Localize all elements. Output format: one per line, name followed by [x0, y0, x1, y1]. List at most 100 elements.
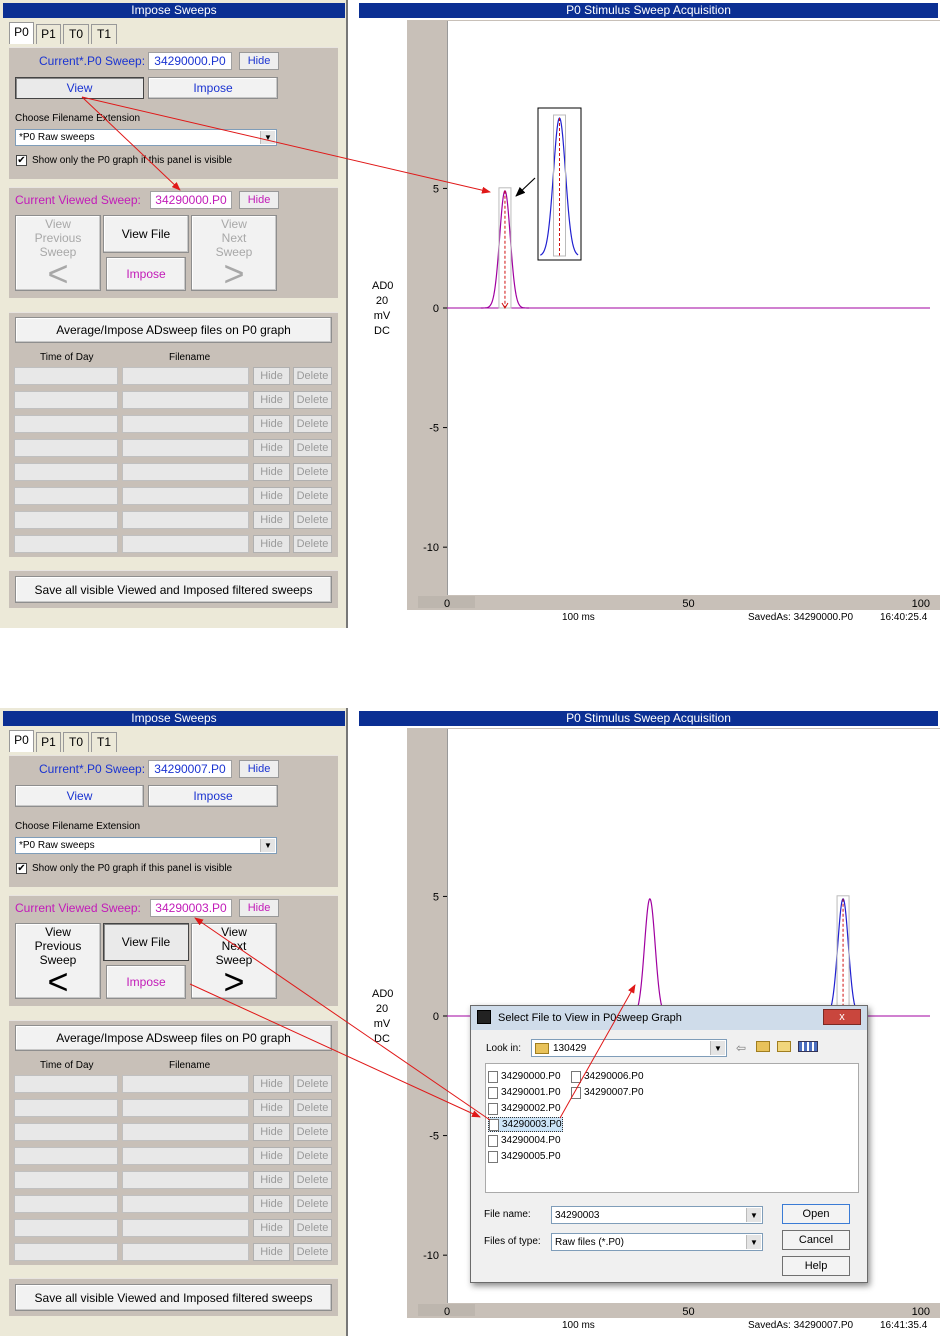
- time-of-day-cell: [14, 439, 118, 457]
- file-name-label: File name:: [484, 1209, 531, 1220]
- row-delete-button[interactable]: Delete: [293, 511, 332, 529]
- channel-label-3: DC: [374, 325, 390, 337]
- file-item[interactable]: 34290006.P0: [571, 1069, 644, 1084]
- row-delete-button[interactable]: Delete: [293, 1099, 332, 1117]
- x-tick-label: 100: [912, 598, 930, 610]
- row-hide-button[interactable]: Hide: [253, 439, 290, 457]
- time-of-day-cell: [14, 1171, 118, 1189]
- file-item[interactable]: 34290004.P0: [488, 1133, 561, 1148]
- filename-cell: [122, 1147, 249, 1165]
- impose-rows: Hide Delete Hide Delete Hide Delete Hide Delete…: [0, 0, 346, 628]
- row-hide-button[interactable]: Hide: [253, 1123, 290, 1141]
- file-item[interactable]: 34290005.P0: [488, 1149, 561, 1164]
- row-delete-button[interactable]: Delete: [293, 1075, 332, 1093]
- row-delete-button[interactable]: Delete: [293, 439, 332, 457]
- filename-cell: [122, 391, 249, 409]
- acquisition-title: P0 Stimulus Sweep Acquisition: [359, 3, 938, 18]
- file-name-input[interactable]: 34290003 ▼: [551, 1206, 763, 1224]
- file-item[interactable]: 34290007.P0: [571, 1085, 644, 1100]
- row-delete-button[interactable]: Delete: [293, 415, 332, 433]
- channel-label-1: 20: [375, 295, 389, 307]
- row-delete-button[interactable]: Delete: [293, 487, 332, 505]
- chevron-down-icon: ▼: [746, 1235, 761, 1249]
- row-hide-button[interactable]: Hide: [253, 1099, 290, 1117]
- file-item-name: 34290005.P0: [501, 1151, 561, 1162]
- panel-divider: [346, 0, 348, 628]
- row-delete-button[interactable]: Delete: [293, 1243, 332, 1261]
- file-item[interactable]: 34290000.P0: [488, 1069, 561, 1084]
- filename-cell: [122, 463, 249, 481]
- time-of-day-cell: [14, 1195, 118, 1213]
- chevron-down-icon: ▼: [746, 1208, 761, 1222]
- row-delete-button[interactable]: Delete: [293, 1171, 332, 1189]
- row-delete-button[interactable]: Delete: [293, 463, 332, 481]
- row-hide-button[interactable]: Hide: [253, 367, 290, 385]
- filename-cell: [122, 1123, 249, 1141]
- file-icon: [488, 1070, 498, 1083]
- row-delete-button[interactable]: Delete: [293, 1147, 332, 1165]
- file-item-name: 34290001.P0: [501, 1087, 561, 1098]
- row-hide-button[interactable]: Hide: [253, 1075, 290, 1093]
- row-hide-button[interactable]: Hide: [253, 1147, 290, 1165]
- file-item-name: 34290004.P0: [501, 1135, 561, 1146]
- saved-as-label: SavedAs: 34290000.P0: [748, 612, 854, 623]
- time-scale-label: 100 ms: [562, 612, 595, 623]
- row-hide-button[interactable]: Hide: [253, 535, 290, 553]
- channel-label-1: 20: [375, 1003, 389, 1015]
- file-icon: [488, 1134, 498, 1147]
- file-item-name: 34290006.P0: [584, 1071, 644, 1082]
- x-tick-label: 100: [912, 1306, 930, 1318]
- open-button[interactable]: Open: [782, 1204, 850, 1224]
- filename-cell: [122, 487, 249, 505]
- row-delete-button[interactable]: Delete: [293, 1195, 332, 1213]
- row-hide-button[interactable]: Hide: [253, 463, 290, 481]
- row-hide-button[interactable]: Hide: [253, 511, 290, 529]
- channel-label-2: mV: [373, 1018, 391, 1030]
- x-tick-label: 50: [682, 1306, 694, 1318]
- time-of-day-cell: [14, 1123, 118, 1141]
- row-hide-button[interactable]: Hide: [253, 1243, 290, 1261]
- files-of-type-select[interactable]: Raw files (*.P0) ▼: [551, 1233, 763, 1251]
- row-delete-button[interactable]: Delete: [293, 391, 332, 409]
- clock-label: 16:40:25.4: [880, 612, 928, 623]
- clock-label: 16:41:35.4: [880, 1320, 928, 1331]
- file-item[interactable]: 34290001.P0: [488, 1085, 561, 1100]
- row-delete-button[interactable]: Delete: [293, 367, 332, 385]
- file-item[interactable]: 34290002.P0: [488, 1101, 561, 1116]
- row-hide-button[interactable]: Hide: [253, 1195, 290, 1213]
- row-hide-button[interactable]: Hide: [253, 1219, 290, 1237]
- sweep-chart: 50-5-100 50 100: [423, 107, 930, 610]
- help-button[interactable]: Help: [782, 1256, 850, 1276]
- time-of-day-cell: [14, 1147, 118, 1165]
- row-hide-button[interactable]: Hide: [253, 1171, 290, 1189]
- save-all-button[interactable]: Save all visible Viewed and Imposed filt…: [15, 576, 332, 603]
- file-icon: [571, 1070, 581, 1083]
- x-tick-label: 0: [444, 1306, 450, 1318]
- file-icon: [489, 1118, 499, 1131]
- file-icon: [571, 1086, 581, 1099]
- cancel-button[interactable]: Cancel: [782, 1230, 850, 1250]
- file-item-name: 34290002.P0: [501, 1103, 561, 1114]
- row-delete-button[interactable]: Delete: [293, 535, 332, 553]
- file-icon: [488, 1102, 498, 1115]
- channel-label-0: AD0: [372, 280, 394, 292]
- filename-cell: [122, 415, 249, 433]
- time-of-day-cell: [14, 1099, 118, 1117]
- file-icon: [488, 1086, 498, 1099]
- y-tick-label: 5: [433, 183, 439, 195]
- panel-bottom: Impose Sweeps P0 P1 T0 T1 Current*.P0 Sw…: [0, 708, 940, 1336]
- panel-divider: [346, 708, 348, 1336]
- time-of-day-cell: [14, 511, 118, 529]
- time-of-day-cell: [14, 391, 118, 409]
- time-of-day-cell: [14, 535, 118, 553]
- filename-cell: [122, 1219, 249, 1237]
- save-all-button[interactable]: Save all visible Viewed and Imposed filt…: [15, 1284, 332, 1311]
- file-item[interactable]: 34290003.P0: [488, 1117, 563, 1132]
- filename-cell: [122, 535, 249, 553]
- row-hide-button[interactable]: Hide: [253, 391, 290, 409]
- time-of-day-cell: [14, 415, 118, 433]
- row-hide-button[interactable]: Hide: [253, 415, 290, 433]
- row-delete-button[interactable]: Delete: [293, 1123, 332, 1141]
- row-hide-button[interactable]: Hide: [253, 487, 290, 505]
- row-delete-button[interactable]: Delete: [293, 1219, 332, 1237]
